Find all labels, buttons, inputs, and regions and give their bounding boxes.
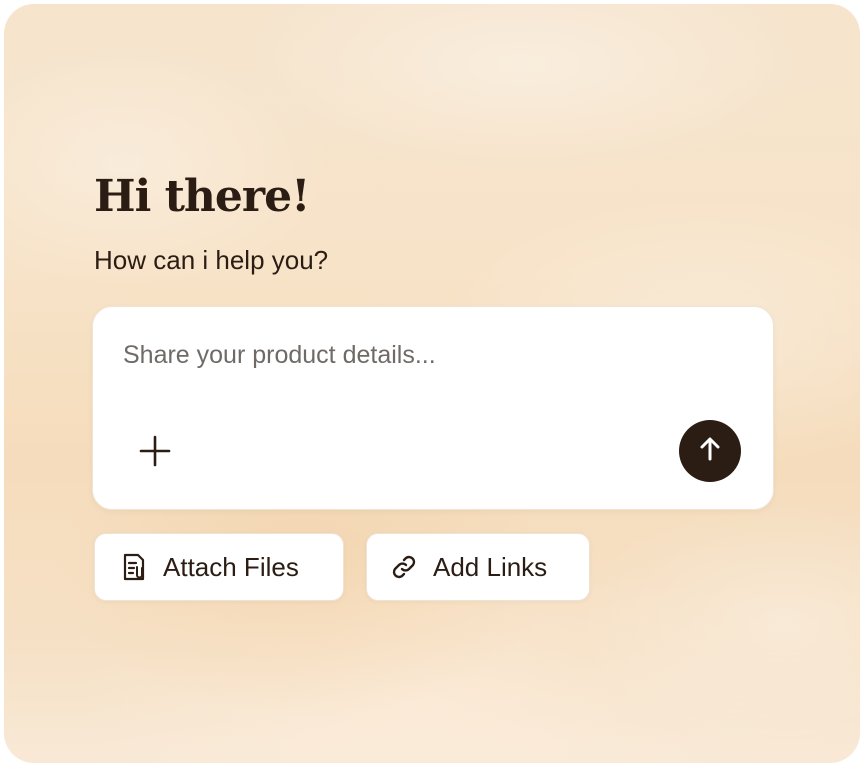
link-icon	[389, 552, 419, 582]
attach-files-label: Attach Files	[163, 551, 299, 582]
add-links-button[interactable]: Add Links	[366, 533, 590, 601]
add-attachment-button[interactable]	[129, 427, 181, 479]
plus-icon	[138, 434, 172, 473]
add-links-label: Add Links	[433, 551, 548, 582]
prompt-composer	[92, 306, 774, 510]
attach-files-button[interactable]: Attach Files	[94, 533, 344, 601]
greeting-title: Hi there!	[94, 171, 310, 222]
prompt-input[interactable]	[123, 335, 723, 375]
send-button[interactable]	[679, 420, 741, 482]
arrow-up-icon	[696, 435, 724, 468]
assistant-card: Hi there! How can i help you? Share your…	[4, 4, 860, 763]
greeting-subtitle: How can i help you?	[94, 245, 329, 275]
document-icon	[119, 552, 149, 582]
